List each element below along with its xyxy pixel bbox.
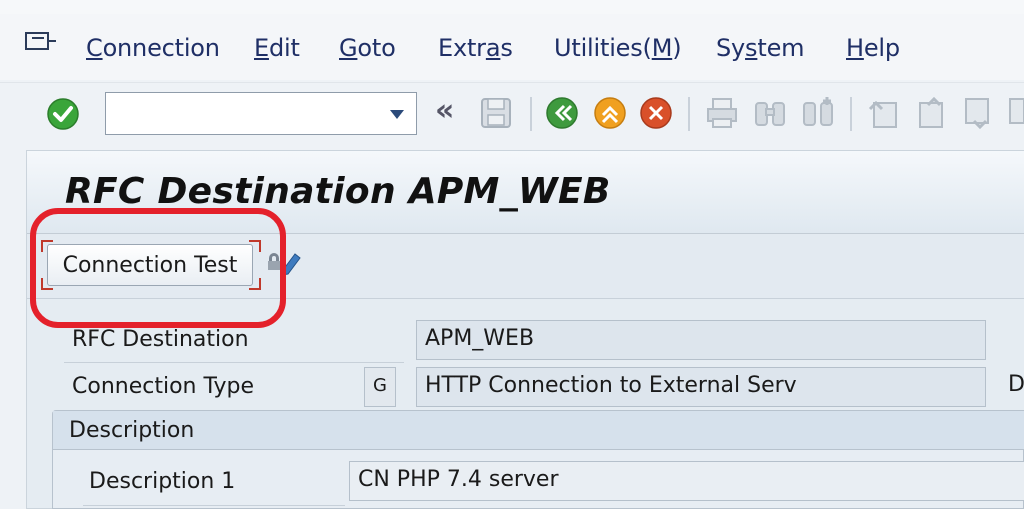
description-group-title: Description <box>69 418 195 443</box>
application-toolbar: Connection Test <box>27 234 1024 299</box>
find-icon[interactable] <box>752 95 788 131</box>
menu-bar: Connection Edit Goto Extras Utilities(M)… <box>0 14 1024 80</box>
toolbar-separator <box>530 97 532 131</box>
dropdown-arrow-icon[interactable] <box>390 110 404 119</box>
connection-test-button[interactable]: Connection Test <box>47 244 253 286</box>
toolbar-separator <box>850 97 852 131</box>
previous-page-icon[interactable] <box>914 95 950 131</box>
menu-extras[interactable]: Extras <box>438 34 513 62</box>
truncated-label: D <box>1008 372 1024 397</box>
cancel-icon[interactable] <box>638 95 674 131</box>
menu-toggle-icon[interactable] <box>24 30 58 54</box>
menu-help[interactable]: Help <box>846 34 900 62</box>
checkmark-icon[interactable] <box>46 97 80 131</box>
back-icon[interactable] <box>544 95 580 131</box>
menu-edit[interactable]: Edit <box>254 34 300 62</box>
description-group-header: Description <box>53 411 1024 450</box>
page-title: RFC Destination APM_WEB <box>65 171 611 212</box>
window-top-frame <box>0 0 1024 15</box>
save-icon[interactable] <box>478 95 514 131</box>
row-divider <box>64 362 404 363</box>
rfc-destination-label: RFC Destination <box>72 327 249 352</box>
last-page-icon[interactable] <box>1006 95 1024 131</box>
row-divider <box>83 505 345 506</box>
standard-toolbar: « <box>0 82 1024 145</box>
description1-label: Description 1 <box>89 469 236 494</box>
print-icon[interactable] <box>704 95 740 131</box>
menu-goto[interactable]: Goto <box>339 34 396 62</box>
menu-system[interactable]: System <box>716 34 805 62</box>
rfc-destination-field[interactable]: APM_WEB <box>416 320 986 360</box>
display-change-icon[interactable] <box>265 246 305 276</box>
connection-type-label: Connection Type <box>72 374 255 399</box>
connection-type-field[interactable]: HTTP Connection to External Serv <box>416 367 986 407</box>
menu-connection[interactable]: Connection <box>86 34 220 62</box>
description-group: Description Description 1 CN PHP 7.4 ser… <box>52 410 1024 509</box>
next-page-icon[interactable] <box>960 95 996 131</box>
description1-field[interactable]: CN PHP 7.4 server <box>349 461 1024 501</box>
exit-icon[interactable] <box>592 95 628 131</box>
first-page-icon[interactable] <box>866 95 902 131</box>
title-area: RFC Destination APM_WEB <box>27 151 1024 234</box>
menu-utilities[interactable]: Utilities(M) <box>554 34 682 62</box>
toolbar-separator <box>688 97 690 131</box>
command-field[interactable] <box>105 92 417 135</box>
command-input[interactable] <box>112 93 376 133</box>
collapse-chevron-icon[interactable]: « <box>435 93 454 128</box>
find-next-icon[interactable] <box>800 95 836 131</box>
connection-type-code-field[interactable]: G <box>364 367 396 407</box>
